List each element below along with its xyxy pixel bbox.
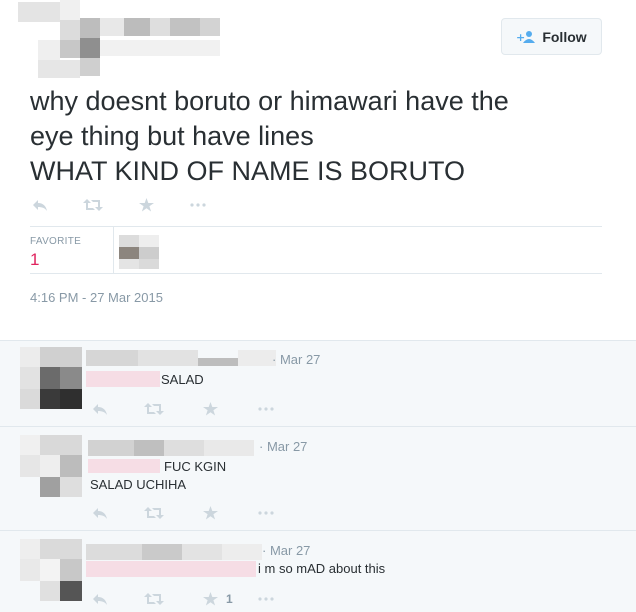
tweet-timestamp[interactable]: 4:16 PM - 27 Mar 2015 bbox=[30, 290, 163, 305]
reply-mention[interactable] bbox=[86, 561, 256, 577]
retweet-icon[interactable] bbox=[144, 505, 164, 521]
follow-label: Follow bbox=[542, 28, 587, 45]
retweet-icon[interactable] bbox=[144, 591, 164, 607]
favoriter-avatar[interactable] bbox=[119, 235, 161, 269]
reply-user-name[interactable] bbox=[86, 544, 262, 562]
follow-button[interactable]: + Follow bbox=[501, 18, 602, 55]
reply-text: SALAD bbox=[161, 372, 204, 387]
reply-date[interactable]: · Mar 27 bbox=[262, 543, 310, 558]
favorite-label: FAVORITE bbox=[30, 236, 82, 247]
more-icon[interactable] bbox=[190, 197, 206, 213]
reply-avatar[interactable] bbox=[20, 435, 82, 499]
favorite-star-icon[interactable]: 1 bbox=[203, 591, 233, 607]
favorite-star-icon[interactable] bbox=[203, 505, 218, 521]
tweet-actions bbox=[30, 197, 230, 213]
tweet-stats: FAVORITE 1 bbox=[30, 226, 602, 274]
reply-user-name[interactable] bbox=[86, 350, 276, 368]
more-icon[interactable] bbox=[258, 401, 274, 417]
retweet-icon[interactable] bbox=[83, 197, 103, 213]
more-icon[interactable] bbox=[258, 505, 274, 521]
reply-icon[interactable] bbox=[32, 197, 48, 213]
reply-date[interactable]: · Mar 27 bbox=[272, 352, 320, 367]
reply-actions: 1 bbox=[92, 591, 282, 607]
tweet-text: why doesnt boruto or himawari have the e… bbox=[30, 86, 509, 186]
retweet-icon[interactable] bbox=[144, 401, 164, 417]
stats-divider bbox=[113, 227, 114, 274]
reply-text: FUC KGIN SALAD UCHIHA bbox=[90, 459, 227, 492]
blurred-user-info bbox=[18, 0, 223, 80]
more-icon[interactable] bbox=[258, 591, 274, 607]
favorite-star-icon[interactable] bbox=[203, 401, 218, 417]
reply-item: · Mar 27 FUC KGIN SALAD UCHIHA bbox=[0, 427, 636, 531]
reply-date[interactable]: · Mar 27 bbox=[259, 439, 307, 454]
reply-mention[interactable] bbox=[86, 371, 160, 387]
reply-icon[interactable] bbox=[92, 591, 108, 607]
main-tweet: + Follow why doesnt boruto or himawari h… bbox=[0, 0, 636, 340]
reply-text: i m so mAD about this bbox=[258, 561, 386, 576]
reply-actions bbox=[92, 505, 282, 521]
reply-actions bbox=[92, 401, 282, 417]
reply-icon[interactable] bbox=[92, 401, 108, 417]
replies-list: · Mar 27 SALAD · Mar 27 FUC KGIN SALAD U… bbox=[0, 340, 636, 612]
reply-item: · Mar 27 SALAD bbox=[0, 341, 636, 427]
reply-icon[interactable] bbox=[92, 505, 108, 521]
reply-avatar[interactable] bbox=[20, 347, 82, 411]
reply-avatar[interactable] bbox=[20, 539, 82, 603]
reply-user-name[interactable] bbox=[88, 440, 258, 458]
reply-item: · Mar 27 i m so mAD about this 1 bbox=[0, 531, 636, 612]
favorite-star-icon[interactable] bbox=[139, 197, 154, 213]
add-user-icon: + bbox=[516, 30, 536, 44]
reply-favorite-count: 1 bbox=[226, 592, 233, 606]
favorite-count[interactable]: 1 bbox=[30, 250, 39, 270]
